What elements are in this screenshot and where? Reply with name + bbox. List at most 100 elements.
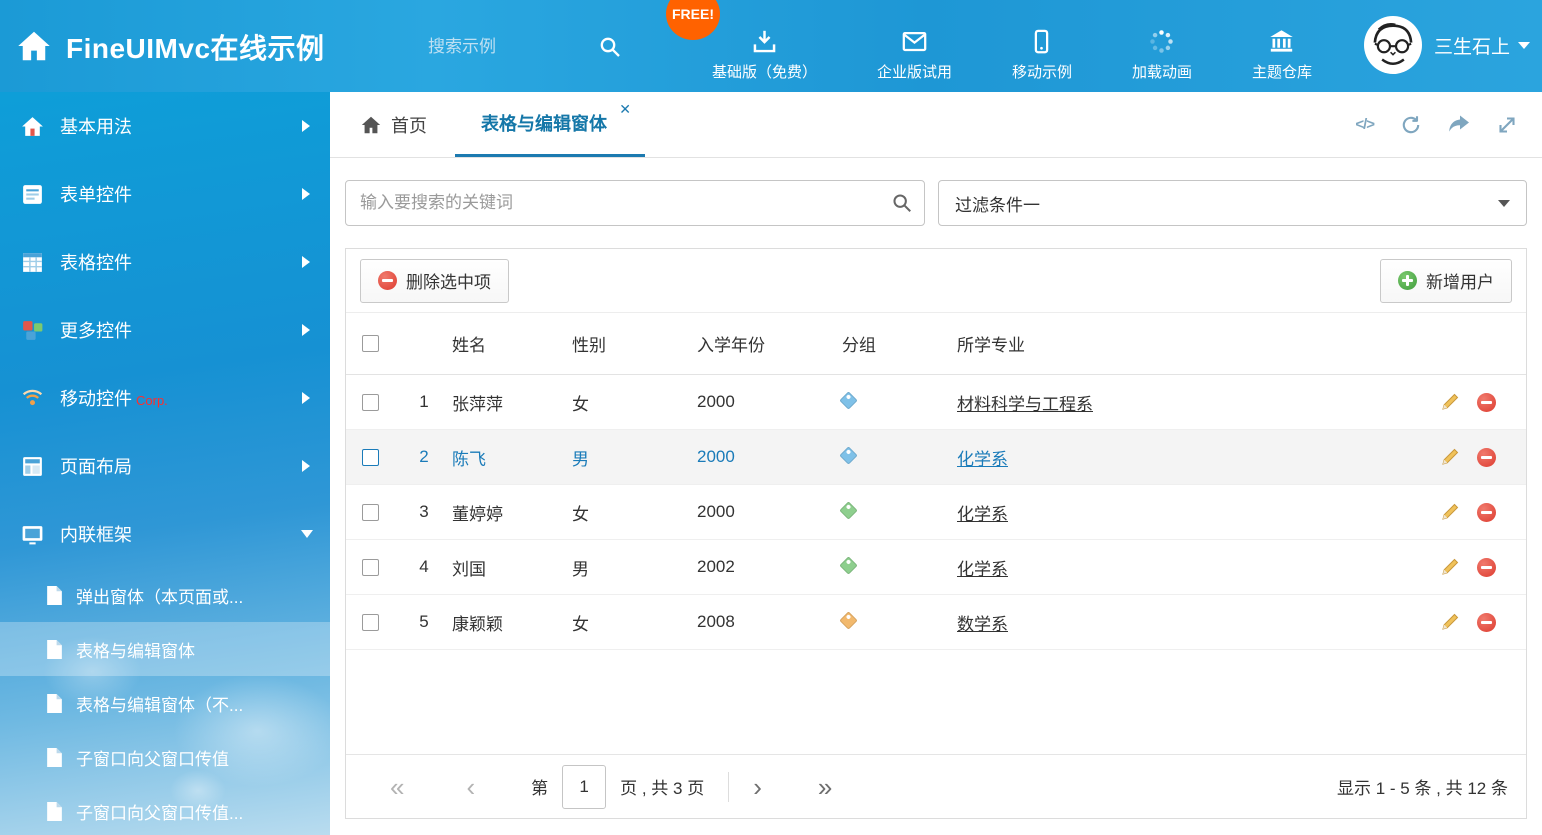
edit-icon[interactable] bbox=[1440, 447, 1460, 467]
sidebar-subitem-label: 表格与编辑窗体（不... bbox=[76, 691, 243, 716]
row-checkbox[interactable] bbox=[362, 559, 379, 576]
nav-label: 主题仓库 bbox=[1252, 61, 1312, 82]
search-icon[interactable] bbox=[598, 35, 622, 59]
tag-icon bbox=[839, 391, 857, 409]
caret-down-icon bbox=[1498, 200, 1510, 207]
cell-year: 2000 bbox=[697, 502, 842, 522]
sidebar-subitem-popup-window[interactable]: 弹出窗体（本页面或... bbox=[0, 568, 330, 622]
edit-icon[interactable] bbox=[1440, 557, 1460, 577]
chevron-down-icon bbox=[301, 530, 313, 538]
major-link[interactable]: 化学系 bbox=[957, 505, 1008, 524]
edit-icon[interactable] bbox=[1440, 502, 1460, 522]
close-icon[interactable]: ✕ bbox=[619, 102, 631, 116]
header-nav: FREE! 基础版（免费） 企业版试用 移动示例 bbox=[712, 0, 1312, 92]
nav-mobile-demo[interactable]: 移动示例 bbox=[1012, 0, 1072, 92]
search-icon[interactable] bbox=[891, 192, 913, 214]
nav-theme-store[interactable]: 主题仓库 bbox=[1252, 0, 1312, 92]
user-menu[interactable]: 三生石上 bbox=[1364, 16, 1530, 74]
row-number: 2 bbox=[396, 447, 452, 467]
next-page-button[interactable]: › bbox=[753, 774, 762, 800]
fullscreen-icon[interactable] bbox=[1496, 114, 1518, 136]
pagination-bar: « ‹ 第 页 , 共 3 页 › » 显示 1 - 5 条 , 共 12 条 bbox=[346, 754, 1526, 818]
sidebar-item-grid-controls[interactable]: 表格控件 bbox=[0, 228, 330, 296]
column-header-major[interactable]: 所学专业 bbox=[957, 331, 1406, 356]
file-icon bbox=[46, 693, 63, 714]
cell-gender: 女 bbox=[572, 500, 697, 525]
add-user-button[interactable]: 新增用户 bbox=[1380, 259, 1512, 303]
sidebar-subitem-grid-edit-window-2[interactable]: 表格与编辑窗体（不... bbox=[0, 676, 330, 730]
data-grid: 姓名 性别 入学年份 分组 所学专业 1 张萍萍 女 2000 材料科学与工程系 bbox=[346, 313, 1526, 818]
sidebar-item-basic-usage[interactable]: 基本用法 bbox=[0, 92, 330, 160]
sidebar: 基本用法 表单控件 表格控件 更多控件 bbox=[0, 92, 330, 835]
sidebar-item-label: 内联框架 bbox=[60, 521, 132, 547]
nav-loading-animation[interactable]: 加载动画 bbox=[1132, 0, 1192, 92]
row-number: 4 bbox=[396, 557, 452, 577]
cell-gender: 男 bbox=[572, 555, 697, 580]
avatar[interactable] bbox=[1364, 16, 1422, 74]
major-link[interactable]: 数学系 bbox=[957, 615, 1008, 634]
delete-icon[interactable] bbox=[1477, 448, 1496, 467]
column-header-name[interactable]: 姓名 bbox=[452, 331, 572, 356]
row-checkbox[interactable] bbox=[362, 449, 379, 466]
table-row[interactable]: 4 刘国 男 2002 化学系 bbox=[346, 540, 1526, 595]
download-icon bbox=[751, 28, 778, 55]
sidebar-subitem-label: 弹出窗体（本页面或... bbox=[76, 583, 243, 608]
tab-home-label: 首页 bbox=[391, 112, 427, 138]
delete-icon[interactable] bbox=[1477, 558, 1496, 577]
chevron-right-icon bbox=[302, 120, 310, 132]
major-link[interactable]: 化学系 bbox=[957, 560, 1008, 579]
sidebar-item-form-controls[interactable]: 表单控件 bbox=[0, 160, 330, 228]
table-row[interactable]: 1 张萍萍 女 2000 材料科学与工程系 bbox=[346, 375, 1526, 430]
row-checkbox[interactable] bbox=[362, 614, 379, 631]
delete-selected-button[interactable]: 删除选中项 bbox=[360, 259, 509, 303]
first-page-button[interactable]: « bbox=[390, 774, 404, 800]
app-window: FineUIMvc在线示例 FREE! 基础版（免费） 企业版试用 bbox=[0, 0, 1542, 835]
sidebar-subitem-child-to-parent[interactable]: 子窗口向父窗口传值 bbox=[0, 730, 330, 784]
app-home-icon[interactable] bbox=[16, 28, 52, 64]
free-badge: FREE! bbox=[666, 0, 720, 40]
tab-grid-edit-window[interactable]: 表格与编辑窗体 ✕ bbox=[455, 92, 645, 157]
select-all-checkbox[interactable] bbox=[362, 335, 379, 352]
table-row[interactable]: 3 董婷婷 女 2000 化学系 bbox=[346, 485, 1526, 540]
nav-basic-free[interactable]: FREE! 基础版（免费） bbox=[712, 0, 817, 92]
edit-icon[interactable] bbox=[1440, 392, 1460, 412]
table-header-row: 姓名 性别 入学年份 分组 所学专业 bbox=[346, 313, 1526, 375]
nav-enterprise-trial[interactable]: 企业版试用 bbox=[877, 0, 952, 92]
tab-home[interactable]: 首页 bbox=[330, 92, 455, 157]
last-page-button[interactable]: » bbox=[818, 774, 832, 800]
major-link[interactable]: 化学系 bbox=[957, 450, 1008, 469]
sidebar-item-page-layout[interactable]: 页面布局 bbox=[0, 432, 330, 500]
column-header-year[interactable]: 入学年份 bbox=[697, 331, 842, 356]
page-number-input[interactable] bbox=[562, 765, 606, 809]
sidebar-item-iframe[interactable]: 内联框架 bbox=[0, 500, 330, 568]
open-in-new-window-icon[interactable] bbox=[1448, 114, 1470, 136]
source-code-icon[interactable]: </> bbox=[1355, 114, 1374, 136]
file-icon bbox=[46, 747, 63, 768]
row-checkbox[interactable] bbox=[362, 504, 379, 521]
sidebar-subitem-grid-edit-window[interactable]: 表格与编辑窗体 bbox=[0, 622, 330, 676]
header-search bbox=[428, 30, 643, 64]
file-icon bbox=[46, 639, 63, 660]
sidebar-item-mobile-controls[interactable]: 移动控件 Corp. bbox=[0, 364, 330, 432]
table-row[interactable]: 2 陈飞 男 2000 化学系 bbox=[346, 430, 1526, 485]
sidebar-subitem-label: 子窗口向父窗口传值 bbox=[76, 745, 229, 770]
header-search-input[interactable] bbox=[428, 37, 598, 57]
sidebar-subitem-child-to-parent-2[interactable]: 子窗口向父窗口传值... bbox=[0, 784, 330, 835]
column-header-gender[interactable]: 性别 bbox=[572, 331, 697, 356]
delete-icon[interactable] bbox=[1477, 613, 1496, 632]
delete-icon[interactable] bbox=[1477, 393, 1496, 412]
edit-icon[interactable] bbox=[1440, 612, 1460, 632]
sidebar-item-more-controls[interactable]: 更多控件 bbox=[0, 296, 330, 364]
chevron-right-icon bbox=[302, 256, 310, 268]
refresh-icon[interactable] bbox=[1400, 114, 1422, 136]
filter-dropdown[interactable]: 过滤条件一 bbox=[938, 180, 1527, 226]
file-icon bbox=[46, 585, 63, 606]
app-title: FineUIMvc在线示例 bbox=[66, 27, 325, 67]
delete-icon[interactable] bbox=[1477, 503, 1496, 522]
major-link[interactable]: 材料科学与工程系 bbox=[957, 395, 1093, 414]
keyword-search-input[interactable] bbox=[345, 180, 925, 226]
prev-page-button[interactable]: ‹ bbox=[466, 774, 475, 800]
table-row[interactable]: 5 康颖颖 女 2008 数学系 bbox=[346, 595, 1526, 650]
row-checkbox[interactable] bbox=[362, 394, 379, 411]
column-header-group[interactable]: 分组 bbox=[842, 331, 957, 356]
